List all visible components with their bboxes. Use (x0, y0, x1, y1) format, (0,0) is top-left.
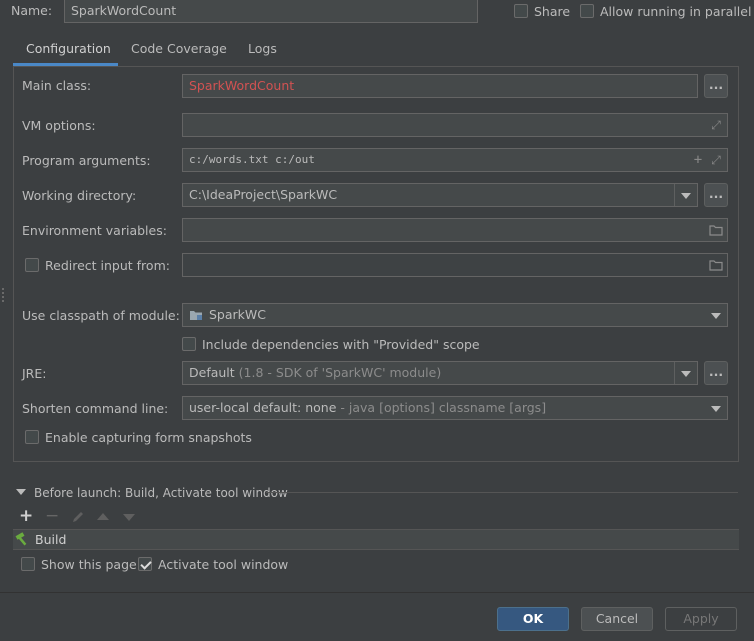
redirect-input-field[interactable] (182, 253, 728, 277)
shorten-command-line-value: user-local default: none (189, 400, 337, 415)
move-up-icon[interactable] (97, 513, 109, 520)
folder-icon[interactable] (709, 258, 723, 272)
include-dependencies-checkbox[interactable] (182, 337, 196, 351)
shorten-command-line-combo[interactable]: user-local default: none - java [options… (182, 396, 728, 420)
program-arguments-input[interactable]: c:/words.txt c:/out + ⤢ (182, 148, 728, 172)
shorten-command-line-label: Shorten command line: (22, 401, 169, 416)
share-checkbox[interactable] (514, 4, 528, 18)
chevron-down-icon[interactable] (674, 362, 697, 384)
redirect-input-label: Redirect input from: (45, 258, 170, 273)
before-launch-divider (266, 492, 738, 493)
jre-combo[interactable]: Default (1.8 - SDK of 'SparkWC' module) (182, 361, 698, 385)
enable-capturing-label: Enable capturing form snapshots (45, 430, 252, 445)
classpath-module-combo[interactable]: SparkWC (182, 303, 728, 327)
include-dependencies-label: Include dependencies with "Provided" sco… (202, 337, 480, 352)
share-label: Share (534, 4, 571, 19)
list-item[interactable]: Build (13, 530, 739, 549)
activate-tool-window-label: Activate tool window (158, 557, 289, 572)
ok-button[interactable]: OK (497, 607, 569, 631)
enable-capturing-checkbox[interactable] (25, 430, 39, 444)
add-icon[interactable]: + (19, 507, 33, 525)
working-directory-label: Working directory: (22, 188, 137, 203)
move-down-icon[interactable] (123, 514, 135, 521)
before-launch-task-list[interactable]: Build (13, 529, 739, 550)
name-input[interactable]: SparkWordCount (64, 0, 478, 23)
vm-options-input[interactable]: ⤢ (182, 113, 728, 137)
environment-variables-label: Environment variables: (22, 223, 167, 238)
program-arguments-value: c:/words.txt c:/out (189, 153, 315, 166)
task-label: Build (35, 532, 67, 547)
chevron-down-icon[interactable] (705, 397, 727, 419)
allow-parallel-checkbox[interactable] (580, 4, 594, 18)
tab-code-coverage[interactable]: Code Coverage (131, 41, 227, 57)
footer-divider (0, 592, 754, 593)
redirect-input-checkbox[interactable] (25, 258, 39, 272)
chevron-down-icon[interactable] (705, 304, 727, 326)
jre-value: Default (189, 365, 235, 380)
classpath-module-value: SparkWC (209, 307, 266, 322)
splitter-handle[interactable] (2, 288, 4, 302)
environment-variables-input[interactable] (182, 218, 728, 242)
edit-pencil-icon[interactable] (71, 510, 85, 524)
build-hammer-icon (15, 532, 27, 546)
shorten-command-line-hint: - java [options] classname [args] (340, 400, 547, 415)
jre-browse-button[interactable]: ... (704, 361, 728, 385)
name-label: Name: (11, 3, 53, 18)
collapse-triangle-icon[interactable] (16, 489, 26, 495)
working-directory-combo[interactable]: C:\IdeaProject\SparkWC (182, 183, 698, 207)
add-icon[interactable]: + (691, 153, 705, 167)
working-directory-value: C:\IdeaProject\SparkWC (189, 187, 338, 202)
main-class-browse-button[interactable]: ... (704, 74, 728, 98)
jre-label: JRE: (22, 366, 47, 381)
show-this-page-checkbox[interactable] (21, 557, 35, 571)
allow-parallel-label: Allow running in parallel (600, 4, 752, 19)
folder-icon[interactable] (709, 223, 723, 237)
before-launch-title: Before launch: Build, Activate tool wind… (34, 486, 288, 500)
working-directory-browse-button[interactable]: ... (704, 183, 728, 207)
expand-icon[interactable]: ⤢ (709, 153, 723, 167)
chevron-down-icon[interactable] (674, 184, 697, 206)
apply-button[interactable]: Apply (665, 607, 737, 631)
show-this-page-label: Show this page (41, 557, 137, 572)
main-class-label: Main class: (22, 78, 92, 93)
remove-icon[interactable]: − (45, 507, 59, 525)
classpath-module-label: Use classpath of module: (22, 308, 180, 323)
module-folder-icon (190, 311, 202, 320)
tab-configuration[interactable]: Configuration (26, 41, 111, 57)
program-arguments-label: Program arguments: (22, 153, 151, 168)
expand-icon[interactable]: ⤢ (709, 118, 723, 132)
main-class-input[interactable]: SparkWordCount (182, 74, 698, 98)
jre-hint: (1.8 - SDK of 'SparkWC' module) (238, 365, 442, 380)
tab-logs[interactable]: Logs (248, 41, 277, 57)
activate-tool-window-checkbox[interactable] (138, 557, 152, 571)
vm-options-label: VM options: (22, 118, 96, 133)
cancel-button[interactable]: Cancel (581, 607, 653, 631)
